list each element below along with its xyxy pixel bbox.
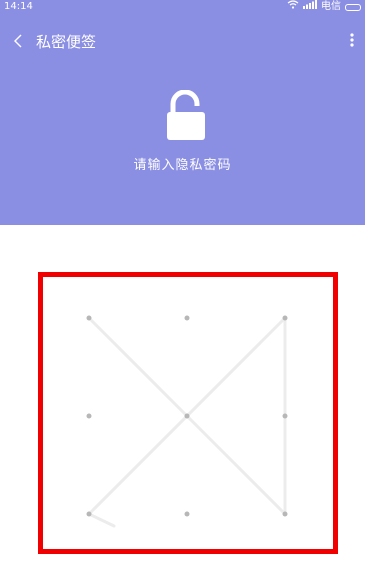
pattern-lock-pad[interactable] [0, 0, 365, 586]
pattern-dot-3[interactable] [282, 315, 288, 321]
pattern-dot-9[interactable] [282, 511, 288, 517]
pattern-dot-8[interactable] [184, 511, 190, 517]
pattern-dot-1[interactable] [86, 315, 92, 321]
pattern-dot-5[interactable] [184, 413, 190, 419]
pattern-dot-6[interactable] [282, 413, 288, 419]
pattern-dot-2[interactable] [184, 315, 190, 321]
pattern-trailing-segment [87, 512, 116, 528]
pattern-dot-7[interactable] [86, 511, 92, 517]
pattern-segment [87, 316, 189, 418]
pattern-dot-4[interactable] [86, 413, 92, 419]
pattern-segment [185, 414, 287, 516]
pattern-path [87, 316, 287, 528]
